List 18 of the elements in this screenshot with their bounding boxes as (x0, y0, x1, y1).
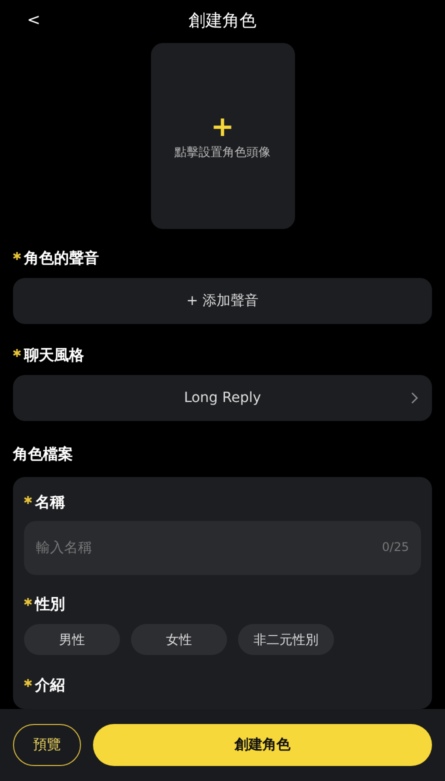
section-title: 角色檔案 (13, 445, 74, 464)
chevron-icon (411, 392, 418, 404)
preview-button[interactable]: 預覽 (13, 724, 81, 766)
field-label: 角色的聲音 (24, 249, 99, 268)
gender-option[interactable]: 女性 (131, 624, 227, 655)
avatar-upload[interactable]: + 點擊設置角色頭像 (150, 43, 294, 229)
field-label: 介紹 (35, 676, 65, 695)
gender-option[interactable]: 男性 (24, 624, 120, 655)
field-label: 聊天風格 (24, 346, 84, 365)
gender-option[interactable]: 非二元性別 (238, 624, 334, 655)
add-voice-button[interactable]: + 添加聲音 (13, 278, 432, 324)
field-label: 名稱 (35, 493, 65, 512)
char-counter: 0/25 (382, 540, 409, 554)
page-title: 創建角色 (188, 10, 256, 32)
back-button[interactable]: < (23, 8, 44, 31)
create-button[interactable]: 創建角色 (93, 724, 432, 766)
chat-style-selector[interactable]: Long Reply (13, 375, 432, 421)
field-label: 性別 (35, 595, 65, 614)
